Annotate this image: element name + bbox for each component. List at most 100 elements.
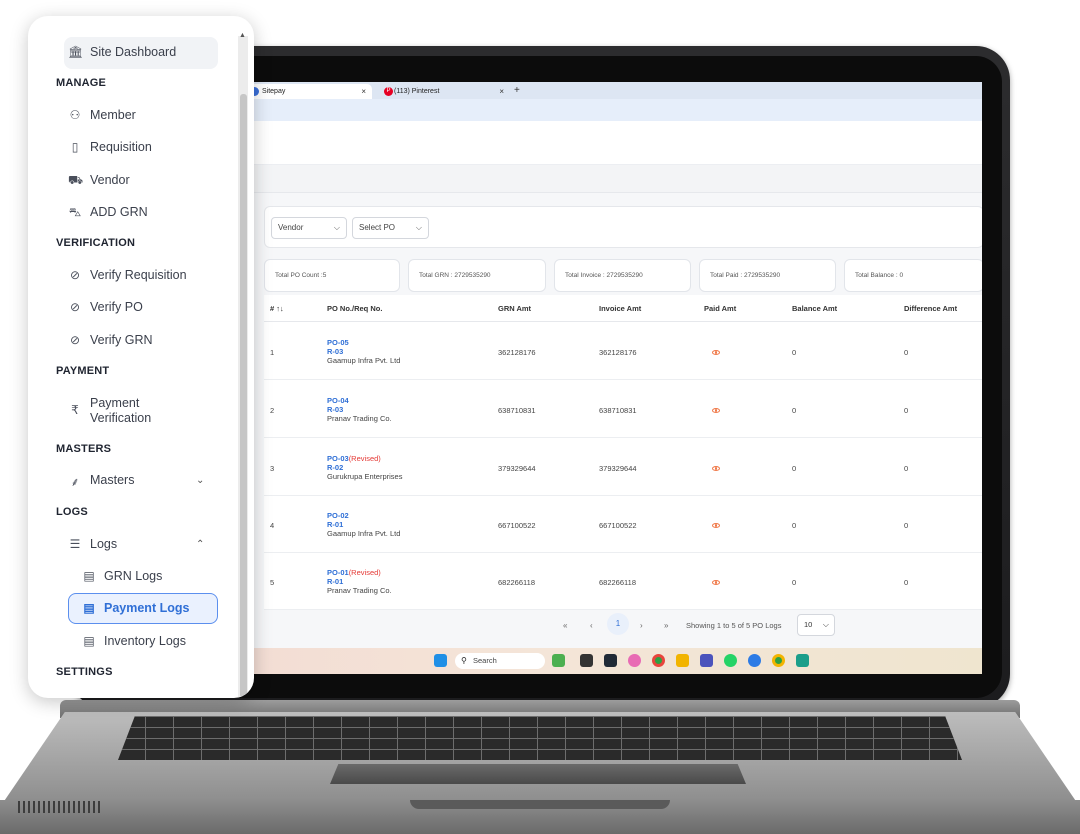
address-bar[interactable] [240,99,982,121]
taskbar-search-label: Search [473,656,497,665]
req-number-link[interactable]: R-01 [327,520,400,529]
first-page-button[interactable]: « [563,621,567,630]
document-icon: ▯ [71,140,79,154]
row-number: 4 [270,521,275,530]
app-icon[interactable] [604,654,617,667]
vendor-name: Gaamup Infra Pvt. Ltd [327,356,401,365]
invoice-amt: 362128176 [599,348,637,357]
page-1-button[interactable]: 1 [607,613,629,635]
col-balance-amt: Balance Amt [792,304,838,313]
whatsapp-icon[interactable] [724,654,737,667]
app-icon[interactable] [628,654,641,667]
stat-total-balance: Total Balance : 0 [844,259,982,292]
req-number-link[interactable]: R-03 [327,405,392,414]
chevron-down-icon: ⌵ [415,223,422,232]
balance-amt: 0 [792,521,797,530]
teams-icon[interactable] [700,654,713,667]
task-view-icon[interactable] [580,654,593,667]
section-masters: MASTERS [56,443,112,455]
col-paid-amt: Paid Amt [704,304,737,313]
tab-label: (113) Pinterest [394,88,440,95]
close-tab-icon[interactable]: × [361,84,366,99]
po-select-label: Select PO [359,223,396,232]
invoice-amt: 638710831 [599,406,637,415]
chrome-icon[interactable] [772,654,785,667]
taskbar-search[interactable]: ⚲ Search [455,653,545,669]
revised-tag: (Revised) [348,568,381,577]
stat-total-grn: Total GRN : 2729535290 [408,259,546,292]
table-row: 1 PO-05 R-03 Gaamup Infra Pvt. Ltd 36212… [264,323,982,380]
laptop-trackpad [330,764,746,784]
new-tab-icon[interactable]: + [514,84,520,97]
section-logs: LOGS [56,506,88,518]
tab-sitepay[interactable]: Sitepay × [240,84,372,99]
next-page-button[interactable]: › [640,621,643,630]
po-number-link[interactable]: PO-05 [327,338,349,347]
view-eye-icon[interactable] [712,523,720,528]
req-number-link[interactable]: R-03 [327,347,400,356]
last-page-button[interactable]: » [664,621,668,630]
chevron-up-icon[interactable]: ⌃ [196,539,204,550]
tab-label: Sitepay [262,88,286,95]
close-tab-icon[interactable]: × [499,84,504,99]
payment-logs-table: # ↑↓ PO No./Req No. GRN Amt Invoice Amt … [264,295,982,610]
difference-amt: 0 [904,406,909,415]
po-number-link[interactable]: PO-03 [327,454,349,463]
difference-amt: 0 [904,464,909,473]
sidebar-scroll-thumb[interactable] [240,94,247,698]
check-circle-icon: ⊘ [69,333,81,347]
chrome-icon[interactable] [652,654,665,667]
col-difference-amt: Difference Amt [904,304,958,313]
po-number-link[interactable]: PO-02 [327,511,349,520]
po-number-link[interactable]: PO-04 [327,396,349,405]
app-icon[interactable] [796,654,809,667]
po-cell: PO-03(Revised) R-02 Gurukrupa Enterprise… [327,454,402,482]
difference-amt: 0 [904,521,909,530]
vendor-name: Gaamup Infra Pvt. Ltd [327,529,401,538]
file-explorer-icon[interactable] [676,654,689,667]
users-icon: ⚇ [69,108,81,122]
po-select[interactable]: Select PO ⌵ [352,217,429,239]
section-manage: MANAGE [56,77,107,89]
stat-total-invoice: Total Invoice : 2729535290 [554,259,691,292]
view-eye-icon[interactable] [712,466,720,471]
req-number-link[interactable]: R-02 [327,463,402,472]
prev-page-button[interactable]: ‹ [590,621,593,630]
vendor-name: Pranav Trading Co. [327,586,392,595]
chevron-down-icon[interactable]: ⌄ [196,475,204,486]
po-number-link[interactable]: PO-01 [327,568,349,577]
po-cell: PO-01(Revised) R-01 Pranav Trading Co. [327,568,392,596]
per-page-value: 10 [804,620,813,629]
view-eye-icon[interactable] [712,408,720,413]
req-number-link[interactable]: R-01 [327,577,392,586]
view-eye-icon[interactable] [712,580,720,585]
pinterest-favicon-icon: P [384,87,393,96]
balance-amt: 0 [792,406,797,415]
table-row: 4 PO-02 R-01 Gaamup Infra Pvt. Ltd 66710… [264,496,982,553]
table-row: 5 PO-01(Revised) R-01 Pranav Trading Co.… [264,553,982,610]
col-grn-amt: GRN Amt [498,304,532,313]
laptop-vent [18,801,100,813]
database-icon: ☰ [69,537,81,551]
scroll-up-icon[interactable]: ▲ [239,32,246,39]
view-eye-icon[interactable] [712,350,720,355]
skype-icon[interactable] [748,654,761,667]
bank-icon: 🏛 [68,45,84,59]
windows-start-icon[interactable] [434,654,447,667]
per-page-select[interactable]: 10 ⌵ [797,614,835,636]
vendor-select[interactable]: Vendor ⌵ [271,217,347,239]
po-cell: PO-02 R-01 Gaamup Infra Pvt. Ltd [327,511,400,539]
widgets-icon[interactable] [552,654,565,667]
sidebar-item-payment-verification[interactable]: ₹ Payment Verification [68,396,218,426]
cart-icon: ⛟ [68,173,84,187]
table-row: 3 PO-03(Revised) R-02 Gurukrupa Enterpri… [264,439,982,496]
rupee-icon: ₹ [71,403,79,417]
tab-pinterest[interactable]: P (113) Pinterest × [378,84,510,99]
col-number[interactable]: # ↑↓ [270,295,284,322]
stat-po-count: Total PO Count :5 [264,259,400,292]
section-settings: SETTINGS [56,666,113,678]
pagination-info: Showing 1 to 5 of 5 PO Logs [686,621,782,630]
invoice-amt: 682266118 [599,578,636,587]
col-invoice-amt: Invoice Amt [599,304,642,313]
table-header: # ↑↓ PO No./Req No. GRN Amt Invoice Amt … [264,295,982,322]
